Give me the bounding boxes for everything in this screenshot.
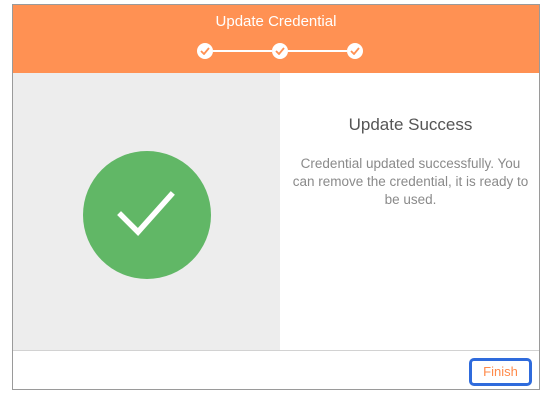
status-message-pane: Update Success Credential updated succes… [280, 73, 539, 350]
check-icon [200, 47, 210, 55]
check-icon [117, 191, 175, 237]
success-badge [83, 151, 211, 279]
success-message: Credential updated successfully. You can… [292, 156, 529, 207]
success-title: Update Success [348, 115, 473, 134]
status-illustration-pane [13, 73, 280, 350]
step-connector [213, 50, 272, 52]
dialog-footer: Finish [13, 350, 539, 389]
dialog-header: Update Credential [13, 5, 539, 73]
step-connector [288, 50, 347, 52]
check-icon [350, 47, 360, 55]
step-1-complete [197, 43, 213, 59]
step-2-complete [272, 43, 288, 59]
dialog-title: Update Credential [215, 13, 337, 30]
check-icon [275, 47, 285, 55]
progress-stepper [197, 43, 363, 59]
step-3-complete [347, 43, 363, 59]
update-credential-dialog: Update Credential Update Success Credent… [12, 4, 540, 390]
finish-button[interactable]: Finish [469, 358, 532, 386]
